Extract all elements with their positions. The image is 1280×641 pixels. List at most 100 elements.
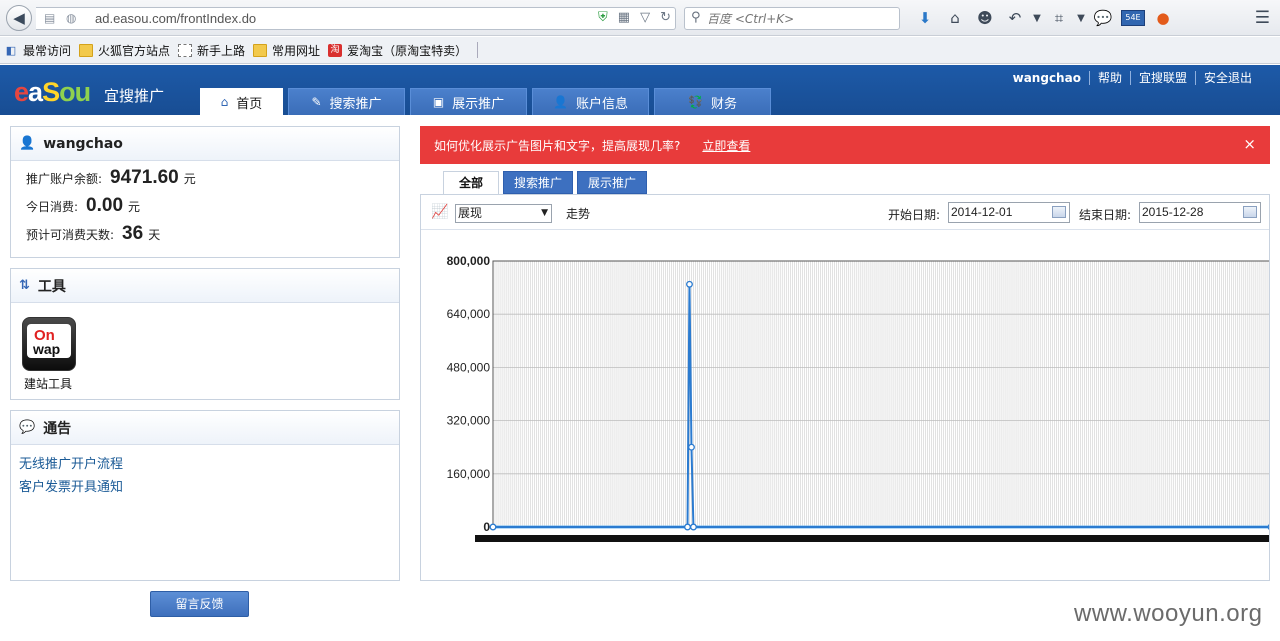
dropdown-arrow-icon[interactable]: ▽ — [640, 10, 650, 25]
url-bar[interactable]: ▤ ◍ ad.easou.com/frontIndex.do ⛨ ▦ ▽ ↻ — [36, 7, 676, 30]
chevron-down-icon[interactable]: ▼ — [1030, 13, 1044, 24]
help-link[interactable]: 帮助 — [1088, 71, 1130, 85]
search-input[interactable] — [707, 10, 893, 27]
chevron-down-icon[interactable]: ▼ — [1074, 13, 1088, 24]
y-axis-ticks: 0 160,000 320,000 480,000 640,000 800,000 — [447, 254, 491, 534]
taobao-icon: 淘 — [328, 43, 343, 57]
main-nav: ⌂ 首页 ✎ 搜索推广 ▣ 展示推广 👤 账户信息 💱 财务 — [200, 88, 771, 115]
today-spend-row: 今日消费: 0.00 元 — [26, 195, 141, 216]
y-tick-label: 160,000 — [447, 467, 491, 481]
x-tick-labels-band — [475, 535, 1269, 542]
app-header: eaSou 宜搜推广 ⌂ 首页 ✎ 搜索推广 ▣ 展示推广 👤 账户信息 💱 财… — [0, 65, 1280, 115]
username-link[interactable]: wangchao — [1005, 71, 1089, 85]
data-point — [684, 523, 691, 531]
y-tick-label: 320,000 — [447, 414, 491, 428]
extension-badge-icon[interactable]: 54E — [1121, 10, 1145, 26]
money-icon: 💱 — [688, 95, 703, 109]
logout-link[interactable]: 安全退出 — [1194, 71, 1260, 85]
home-icon: ⌂ — [220, 95, 229, 109]
alert-banner: 如何优化展示广告图片和文字，提高展现几率? 立即查看 × — [420, 126, 1270, 164]
onwap-tool-icon[interactable]: On wap — [22, 317, 76, 371]
bookmarks-icon: ◧ — [5, 43, 17, 57]
tab-account-info[interactable]: 👤 账户信息 — [532, 88, 649, 115]
shield-icon[interactable]: ⛨ — [598, 10, 608, 25]
bookmark-item[interactable]: 常用网址 — [253, 42, 320, 59]
data-point — [686, 280, 693, 288]
alert-view-link[interactable]: 立即查看 — [702, 137, 750, 154]
chart-tabs: 全部 搜索推广 展示推广 — [443, 171, 648, 195]
close-icon[interactable]: × — [1243, 135, 1256, 153]
start-date-input[interactable]: 2014-12-01 — [948, 202, 1070, 223]
chat-icon[interactable]: 💬 — [1088, 9, 1118, 27]
folder-icon — [79, 43, 94, 57]
plot-frame — [492, 260, 1269, 528]
x-axis-labels — [475, 535, 1269, 542]
globe-icon: ◍ — [66, 11, 77, 25]
bookmark-item[interactable]: 淘 爱淘宝（原淘宝特卖） — [328, 42, 467, 59]
end-date-label: 结束日期: — [1079, 208, 1132, 222]
tools-icon: ⇅ — [19, 278, 30, 293]
basketball-icon[interactable]: ● — [1148, 9, 1178, 27]
undo-icon[interactable]: ↶ — [1000, 9, 1030, 27]
y-tick-label: 640,000 — [447, 307, 491, 321]
tab-display-promotion[interactable]: ▣ 展示推广 — [410, 88, 527, 115]
chart-panel: 📈 展现 ▼ 走势 开始日期: 2014-12-01 结束日期: 2015-12… — [420, 194, 1270, 581]
series-line — [493, 284, 1269, 528]
image-icon: ▣ — [432, 95, 445, 109]
reload-icon[interactable]: ↻ — [660, 10, 671, 25]
smiley-icon[interactable]: ☻ — [970, 9, 1000, 27]
bookmark-item[interactable]: 新手上路 — [178, 42, 245, 59]
notice-link-wireless-account[interactable]: 无线推广开户流程 — [19, 453, 399, 476]
watermark: www.wooyun.org — [1074, 600, 1263, 627]
tab-display[interactable]: 展示推广 — [577, 171, 648, 194]
search-box[interactable]: ⚲ — [684, 7, 900, 30]
metric-select[interactable]: 展现 ▼ — [455, 204, 552, 223]
crop-icon[interactable]: ⌗ — [1044, 9, 1074, 27]
feedback-button[interactable]: 留言反馈 — [150, 591, 249, 617]
url-text[interactable]: ad.easou.com/frontIndex.do — [95, 11, 256, 26]
calendar-icon[interactable] — [1052, 206, 1066, 218]
account-panel: 👤 wangchao 推广账户余额: 9471.60 元 今日消费: 0.00 … — [10, 126, 400, 258]
account-username: wangchao — [43, 135, 123, 152]
logo-subtitle: 宜搜推广 — [104, 87, 165, 105]
line-chart-icon: 📈 — [431, 204, 449, 220]
balance-row: 推广账户余额: 9471.60 元 — [26, 167, 196, 188]
calendar-icon[interactable] — [1243, 206, 1257, 218]
notice-panel: 💬 通告 无线推广开户流程 客户发票开具通知 — [10, 410, 400, 581]
home-icon[interactable]: ⌂ — [940, 9, 970, 27]
divider — [477, 42, 479, 58]
bookmark-item[interactable]: 火狐官方站点 — [79, 42, 170, 59]
bookmarks-bar: ◧ 最常访问 火狐官方站点 新手上路 常用网址 淘 爱淘宝（原淘宝特卖） — [0, 37, 1280, 64]
user-icon: 👤 — [553, 95, 568, 109]
bookmark-item[interactable]: ◧ 最常访问 — [4, 42, 71, 59]
browser-toolbar: ◀ ▤ ◍ ad.easou.com/frontIndex.do ⛨ ▦ ▽ ↻… — [0, 0, 1280, 36]
top-links: wangchao 帮助 宜搜联盟 安全退出 — [1005, 71, 1260, 85]
notice-panel-header: 💬 通告 — [11, 411, 399, 445]
chevron-down-icon: ▼ — [541, 208, 548, 218]
download-icon[interactable]: ⬇ — [910, 9, 940, 27]
tab-search[interactable]: 搜索推广 — [503, 171, 574, 194]
menu-icon[interactable]: ☰ — [1255, 8, 1270, 28]
site-builder-label[interactable]: 建站工具 — [24, 375, 72, 392]
data-point — [688, 443, 695, 451]
end-date-input[interactable]: 2015-12-28 — [1139, 202, 1261, 223]
days-remaining-value: 36 — [122, 223, 144, 244]
page-info-icon[interactable]: ▤ — [44, 11, 55, 25]
alliance-link[interactable]: 宜搜联盟 — [1129, 71, 1195, 85]
days-remaining-row: 预计可消费天数: 36 天 — [26, 223, 161, 244]
easou-logo[interactable]: eaSou — [14, 77, 91, 108]
tab-home[interactable]: ⌂ 首页 — [200, 88, 283, 115]
tab-finance[interactable]: 💱 财务 — [654, 88, 771, 115]
y-tick-label: 800,000 — [447, 254, 491, 268]
trend-label: 走势 — [566, 207, 591, 221]
chart-h-gridlines — [493, 260, 1269, 528]
notice-link-invoice[interactable]: 客户发票开具通知 — [19, 476, 399, 499]
tab-search-promotion[interactable]: ✎ 搜索推广 — [288, 88, 405, 115]
tab-all[interactable]: 全部 — [443, 171, 500, 195]
back-button[interactable]: ◀ — [6, 5, 32, 31]
data-point — [489, 523, 497, 531]
qr-code-icon[interactable]: ▦ — [618, 10, 630, 25]
user-icon: 👤 — [19, 136, 36, 151]
speech-bubble-icon: 💬 — [19, 420, 36, 435]
alert-text: 如何优化展示广告图片和文字，提高展现几率? — [434, 138, 681, 153]
